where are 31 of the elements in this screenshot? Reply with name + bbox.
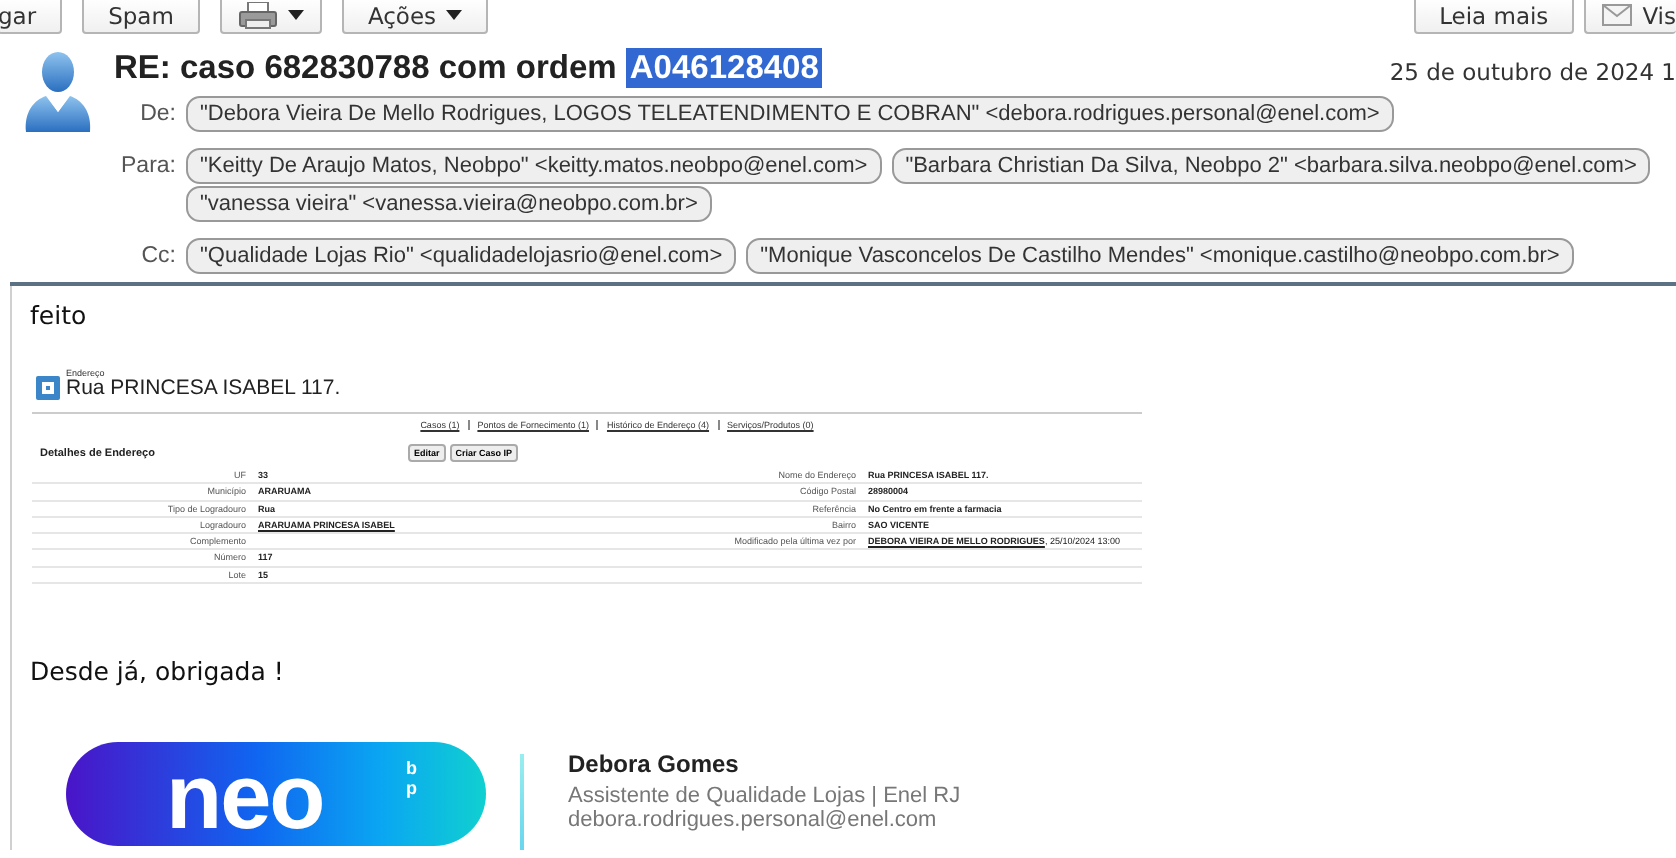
caret-icon	[446, 10, 463, 20]
recipient-chip[interactable]: "vanessa vieira" <vanessa.vieira@neobpo.com.br>	[186, 186, 712, 222]
signature-email: debora.rodrigues.personal@enel.com	[568, 808, 939, 832]
recipient-chip[interactable]: "Barbara Christian Da Silva, Neobpo 2" <barbara.silva.neobpo@enel.com>	[891, 148, 1651, 184]
signature-role: Assistente de Qualidade Lojas | Enel RJ	[568, 784, 961, 808]
view-button[interactable]: Vis	[1584, 0, 1676, 34]
record-title: Rua PRINCESA ISABEL 117.	[66, 378, 341, 400]
toolbar-button[interactable]: Leia mais	[1413, 0, 1575, 34]
recipient-chip[interactable]: "Keitty De Araujo Matos, Neobpo" <keitty.matos.neobpo@enel.com>	[186, 148, 882, 184]
field-label: Cc:	[139, 242, 176, 272]
message-date: 25 de outubro de 2024 1	[1389, 58, 1676, 86]
caret-icon	[287, 10, 304, 20]
recipient-chip[interactable]: "Qualidade Lojas Rio" <qualidadelojasrio@enel.com>	[186, 238, 737, 274]
recipient-chip[interactable]: "Debora Vieira De Mello Rodrigues, LOGOS TELEATENDIMENTO E COBRAN" <debora.rodrigues.personal@enel.com>	[186, 96, 1394, 132]
address-icon	[36, 376, 60, 400]
envelope-icon	[1602, 4, 1633, 26]
field-label: De:	[138, 100, 176, 130]
message-subject: RE: caso 682830788 com ordem A046128408	[114, 50, 823, 88]
signature-name: Debora Gomes	[568, 750, 741, 778]
toolbar-button[interactable]: Spam	[82, 0, 200, 34]
field-label: Para:	[119, 152, 176, 182]
avatar-icon	[22, 52, 94, 132]
printer-icon	[237, 1, 278, 29]
logo-text: neo	[166, 750, 324, 842]
print-button[interactable]	[219, 0, 322, 34]
logo-subtext: bp	[406, 758, 419, 798]
toolbar-button[interactable]: gar	[0, 0, 63, 34]
message-text: Desde já, obrigada !	[30, 656, 286, 686]
recipient-chip[interactable]: "Monique Vasconcelos De Castilho Mendes" <monique.castilho@neobpo.com.br>	[746, 238, 1574, 274]
actions-menu-button[interactable]: Ações	[341, 0, 489, 34]
message-text: feito	[30, 298, 89, 330]
